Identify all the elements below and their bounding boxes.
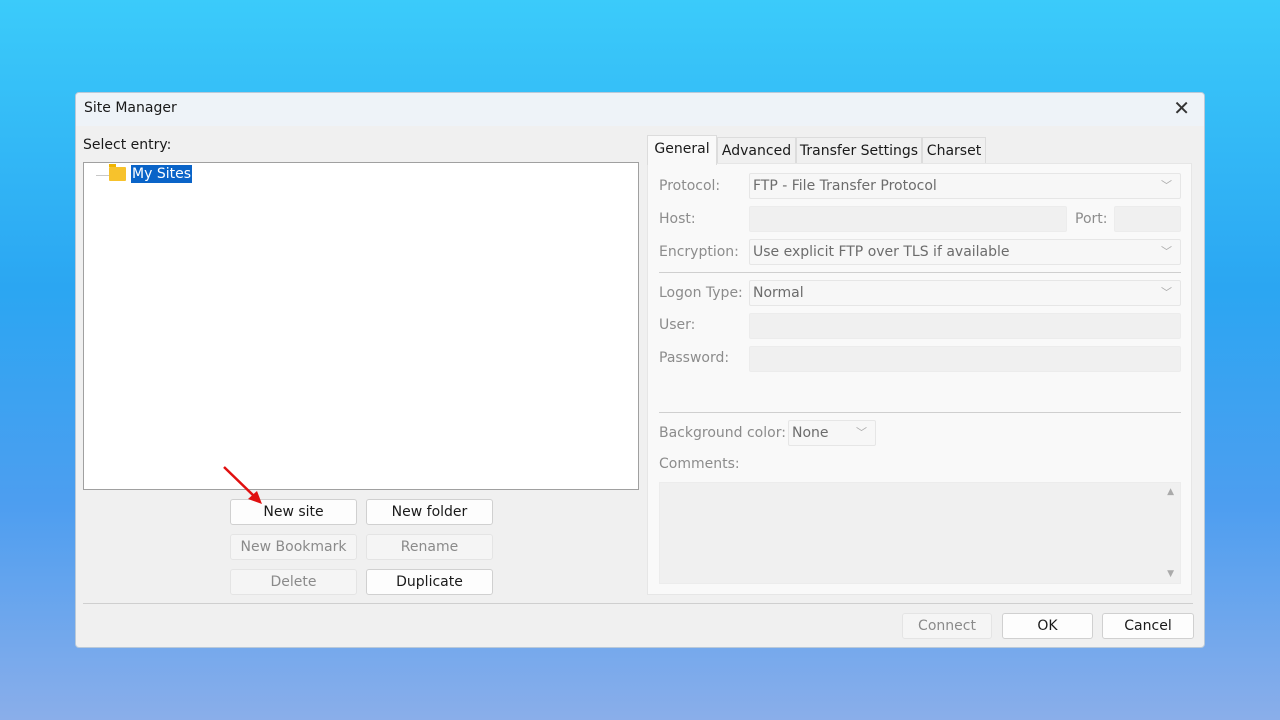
password-input[interactable] bbox=[749, 346, 1181, 372]
close-icon[interactable]: ✕ bbox=[1173, 96, 1190, 120]
folder-icon bbox=[109, 164, 126, 181]
connect-button[interactable]: Connect bbox=[902, 613, 992, 639]
duplicate-button[interactable]: Duplicate bbox=[366, 569, 493, 595]
cancel-button[interactable]: Cancel bbox=[1102, 613, 1194, 639]
comments-label: Comments: bbox=[659, 456, 740, 472]
ok-button[interactable]: OK bbox=[1002, 613, 1093, 639]
user-input[interactable] bbox=[749, 313, 1181, 339]
logon-type-label: Logon Type: bbox=[659, 285, 743, 301]
protocol-value: FTP - File Transfer Protocol bbox=[753, 178, 937, 194]
site-tree[interactable]: My Sites bbox=[83, 162, 639, 490]
divider bbox=[659, 272, 1181, 273]
encryption-value: Use explicit FTP over TLS if available bbox=[753, 244, 1010, 260]
host-label: Host: bbox=[659, 211, 696, 227]
new-bookmark-button[interactable]: New Bookmark bbox=[230, 534, 357, 560]
protocol-select[interactable]: FTP - File Transfer Protocol ﹀ bbox=[749, 173, 1181, 199]
select-entry-label: Select entry: bbox=[83, 137, 172, 153]
port-label: Port: bbox=[1075, 211, 1108, 227]
background-color-label: Background color: bbox=[659, 425, 786, 441]
chevron-down-icon: ﹀ bbox=[1161, 179, 1172, 192]
new-folder-button[interactable]: New folder bbox=[366, 499, 493, 525]
chevron-down-icon: ﹀ bbox=[856, 426, 867, 439]
tab-advanced[interactable]: Advanced bbox=[717, 137, 796, 163]
host-input[interactable] bbox=[749, 206, 1067, 232]
site-manager-dialog: Site Manager ✕ Select entry: My Sites Ne… bbox=[75, 92, 1205, 648]
divider bbox=[659, 412, 1181, 413]
tab-transfer-settings[interactable]: Transfer Settings bbox=[796, 137, 922, 163]
logon-type-select[interactable]: Normal ﹀ bbox=[749, 280, 1181, 306]
chevron-down-icon: ﹀ bbox=[1161, 245, 1172, 258]
window-title: Site Manager bbox=[84, 100, 177, 116]
title-bar: Site Manager ✕ bbox=[76, 93, 1204, 126]
background-color-select[interactable]: None ﹀ bbox=[788, 420, 876, 446]
tree-item-my-sites[interactable]: My Sites bbox=[131, 165, 192, 183]
rename-button[interactable]: Rename bbox=[366, 534, 493, 560]
encryption-select[interactable]: Use explicit FTP over TLS if available ﹀ bbox=[749, 239, 1181, 265]
scroll-down-icon[interactable]: ▼ bbox=[1167, 569, 1174, 579]
chevron-down-icon: ﹀ bbox=[1161, 286, 1172, 299]
logon-type-value: Normal bbox=[753, 285, 804, 301]
tab-charset[interactable]: Charset bbox=[922, 137, 986, 163]
background-color-value: None bbox=[792, 425, 829, 441]
red-arrow-annotation bbox=[223, 466, 262, 504]
comments-textarea[interactable]: ▲ ▼ bbox=[659, 482, 1181, 584]
footer-divider bbox=[83, 603, 1193, 604]
tree-line bbox=[96, 175, 110, 176]
scroll-up-icon[interactable]: ▲ bbox=[1167, 487, 1174, 497]
general-panel: Protocol: FTP - File Transfer Protocol ﹀ … bbox=[647, 163, 1192, 595]
encryption-label: Encryption: bbox=[659, 244, 739, 260]
password-label: Password: bbox=[659, 350, 730, 366]
protocol-label: Protocol: bbox=[659, 178, 721, 194]
port-input[interactable] bbox=[1114, 206, 1181, 232]
user-label: User: bbox=[659, 317, 696, 333]
tab-general[interactable]: General bbox=[647, 135, 717, 165]
delete-button[interactable]: Delete bbox=[230, 569, 357, 595]
